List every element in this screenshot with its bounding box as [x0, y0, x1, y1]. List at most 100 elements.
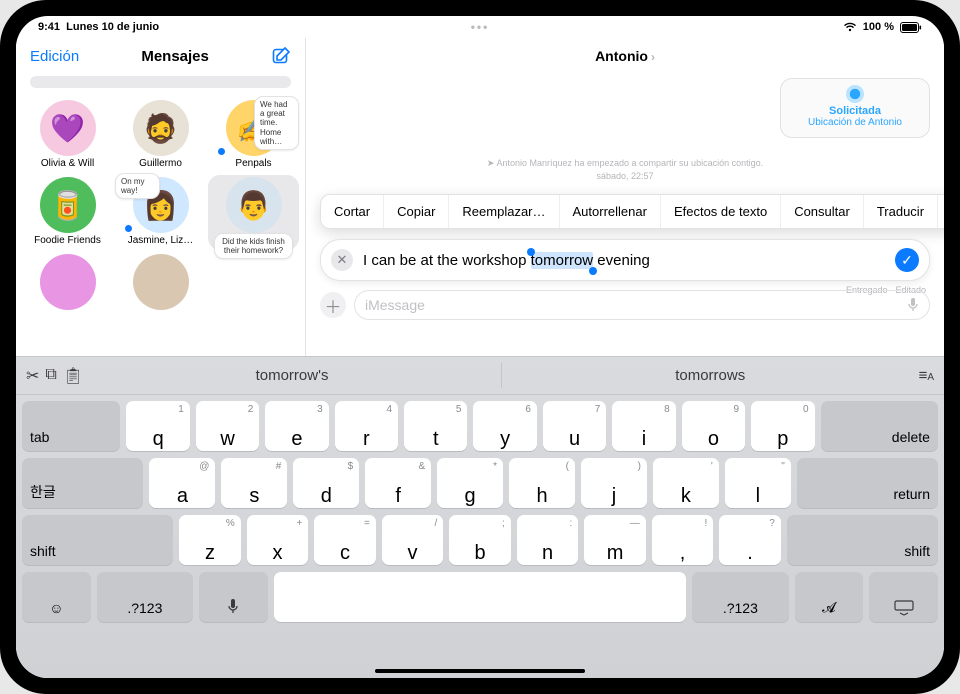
unread-dot — [218, 148, 225, 155]
key-h[interactable]: (h — [509, 458, 575, 508]
key-j[interactable]: )j — [581, 458, 647, 508]
key-space[interactable] — [274, 572, 687, 622]
key-o[interactable]: 9o — [682, 401, 745, 451]
dictation-icon[interactable] — [907, 297, 919, 313]
key-v[interactable]: /v — [382, 515, 444, 565]
battery-text: 100 % — [863, 21, 894, 33]
key-d[interactable]: $d — [293, 458, 359, 508]
key-shift-right[interactable]: shift — [787, 515, 938, 565]
unread-dot — [125, 225, 132, 232]
key-t[interactable]: 5t — [404, 401, 467, 451]
copy-icon[interactable]: ⧉ — [45, 366, 56, 386]
menu-lookup[interactable]: Consultar — [781, 195, 864, 228]
preview-bubble: We had a great time. Home with… — [254, 96, 299, 150]
key-handwriting[interactable]: 𝓐 — [795, 572, 864, 622]
key-shift-left[interactable]: shift — [22, 515, 173, 565]
key-,[interactable]: !, — [652, 515, 714, 565]
conversation-jasmine[interactable]: On my way! 👩 Jasmine, Liz… — [115, 175, 206, 250]
input-placeholder: iMessage — [365, 297, 425, 313]
preview-bubble: Did the kids finish their homework? — [214, 233, 293, 259]
battery-icon — [900, 22, 922, 33]
key-num-left[interactable]: .?123 — [97, 572, 193, 622]
conversation-olivia-will[interactable]: 💜 Olivia & Will — [22, 98, 113, 173]
confirm-edit-button[interactable]: ✓ — [895, 248, 919, 272]
conversation-foodie[interactable]: 🥫 Foodie Friends — [22, 175, 113, 250]
key-g[interactable]: *g — [437, 458, 503, 508]
status-time: 9:41 — [38, 21, 60, 33]
timestamp: sábado, 22:57 — [306, 171, 944, 181]
system-message: ➤ Antonio Manríquez ha empezado a compar… — [306, 158, 944, 169]
message-input[interactable]: iMessage — [354, 290, 930, 320]
message-edit-field[interactable]: ✕ I can be at the workshop tomorrow even… — [320, 239, 930, 281]
key-c[interactable]: =c — [314, 515, 376, 565]
conversation-extra-2[interactable] — [115, 252, 206, 314]
key-s[interactable]: #s — [221, 458, 287, 508]
selected-text[interactable]: tomorrow — [531, 252, 594, 269]
selection-handle-right[interactable] — [589, 267, 597, 275]
status-bar: 9:41 Lunes 10 de junio ••• 100 % — [16, 16, 944, 38]
multitask-dots[interactable]: ••• — [471, 20, 490, 34]
selection-handle-left[interactable] — [527, 248, 535, 256]
compose-button[interactable] — [271, 46, 291, 66]
key-globe[interactable]: 한글 — [22, 458, 143, 508]
key-q[interactable]: 1q — [126, 401, 189, 451]
key-tab[interactable]: tab — [22, 401, 120, 451]
key-w[interactable]: 2w — [196, 401, 259, 451]
preview-bubble: On my way! — [115, 173, 160, 199]
key-e[interactable]: 3e — [265, 401, 328, 451]
wifi-icon — [843, 22, 857, 32]
location-card[interactable]: Solicitada Ubicación de Antonio — [780, 78, 930, 138]
chat-title[interactable]: Antonio› — [306, 38, 944, 70]
key-r[interactable]: 4r — [335, 401, 398, 451]
key-.[interactable]: ?. — [719, 515, 781, 565]
key-emoji[interactable]: ☺ — [22, 572, 91, 622]
menu-texteffects[interactable]: Efectos de texto — [661, 195, 781, 228]
key-delete[interactable]: delete — [821, 401, 938, 451]
key-p[interactable]: 0p — [751, 401, 814, 451]
key-hide-keyboard[interactable] — [869, 572, 938, 622]
menu-replace[interactable]: Reemplazar… — [449, 195, 559, 228]
key-m[interactable]: —m — [584, 515, 646, 565]
menu-copy[interactable]: Copiar — [384, 195, 449, 228]
conversation-extra-1[interactable] — [22, 252, 113, 314]
cut-icon[interactable]: ✂︎ — [26, 366, 39, 386]
search-input[interactable] — [30, 76, 291, 88]
status-date: Lunes 10 de junio — [66, 21, 159, 33]
key-i[interactable]: 8i — [612, 401, 675, 451]
attach-button[interactable]: ＋ — [320, 292, 346, 318]
key-a[interactable]: @a — [149, 458, 215, 508]
location-arrow-icon: ➤ — [487, 158, 495, 168]
conversation-penpals[interactable]: We had a great time. Home with… ✍️ Penpa… — [208, 98, 299, 173]
menu-autofill[interactable]: Autorrellenar — [560, 195, 661, 228]
key-l[interactable]: "l — [725, 458, 791, 508]
key-u[interactable]: 7u — [543, 401, 606, 451]
key-dictate[interactable] — [199, 572, 268, 622]
keyboard: ✂︎ ⧉ 📋︎ tomorrow's tomorrows ≡A tab 1q2w… — [16, 356, 944, 678]
menu-more[interactable]: › — [938, 195, 944, 228]
message-text[interactable]: I can be at the workshop tomorrow evenin… — [363, 252, 885, 269]
key-return[interactable]: return — [797, 458, 938, 508]
key-x[interactable]: +x — [247, 515, 309, 565]
location-pin-icon — [846, 85, 864, 103]
conversation-guillermo[interactable]: 🧔 Guillermo — [115, 98, 206, 173]
key-y[interactable]: 6y — [473, 401, 536, 451]
menu-translate[interactable]: Traducir — [864, 195, 938, 228]
key-z[interactable]: %z — [179, 515, 241, 565]
paste-icon[interactable]: 📋︎ — [63, 366, 83, 386]
key-k[interactable]: 'k — [653, 458, 719, 508]
home-indicator[interactable] — [375, 669, 585, 673]
key-n[interactable]: :n — [517, 515, 579, 565]
sidebar-title: Mensajes — [141, 48, 209, 65]
text-context-menu: Cortar Copiar Reemplazar… Autorrellenar … — [320, 194, 944, 229]
key-b[interactable]: ;b — [449, 515, 511, 565]
chevron-right-icon: › — [651, 50, 655, 64]
edit-button[interactable]: Edición — [30, 48, 79, 65]
cancel-edit-button[interactable]: ✕ — [331, 249, 353, 271]
suggestion-1[interactable]: tomorrow's — [83, 363, 501, 388]
conversation-antonio[interactable]: 👨 Antonio Did the kids finish their home… — [208, 175, 299, 250]
format-icon[interactable]: ≡A — [919, 367, 934, 384]
suggestion-2[interactable]: tomorrows — [501, 363, 919, 388]
menu-cut[interactable]: Cortar — [321, 195, 384, 228]
key-f[interactable]: &f — [365, 458, 431, 508]
key-num-right[interactable]: .?123 — [692, 572, 788, 622]
